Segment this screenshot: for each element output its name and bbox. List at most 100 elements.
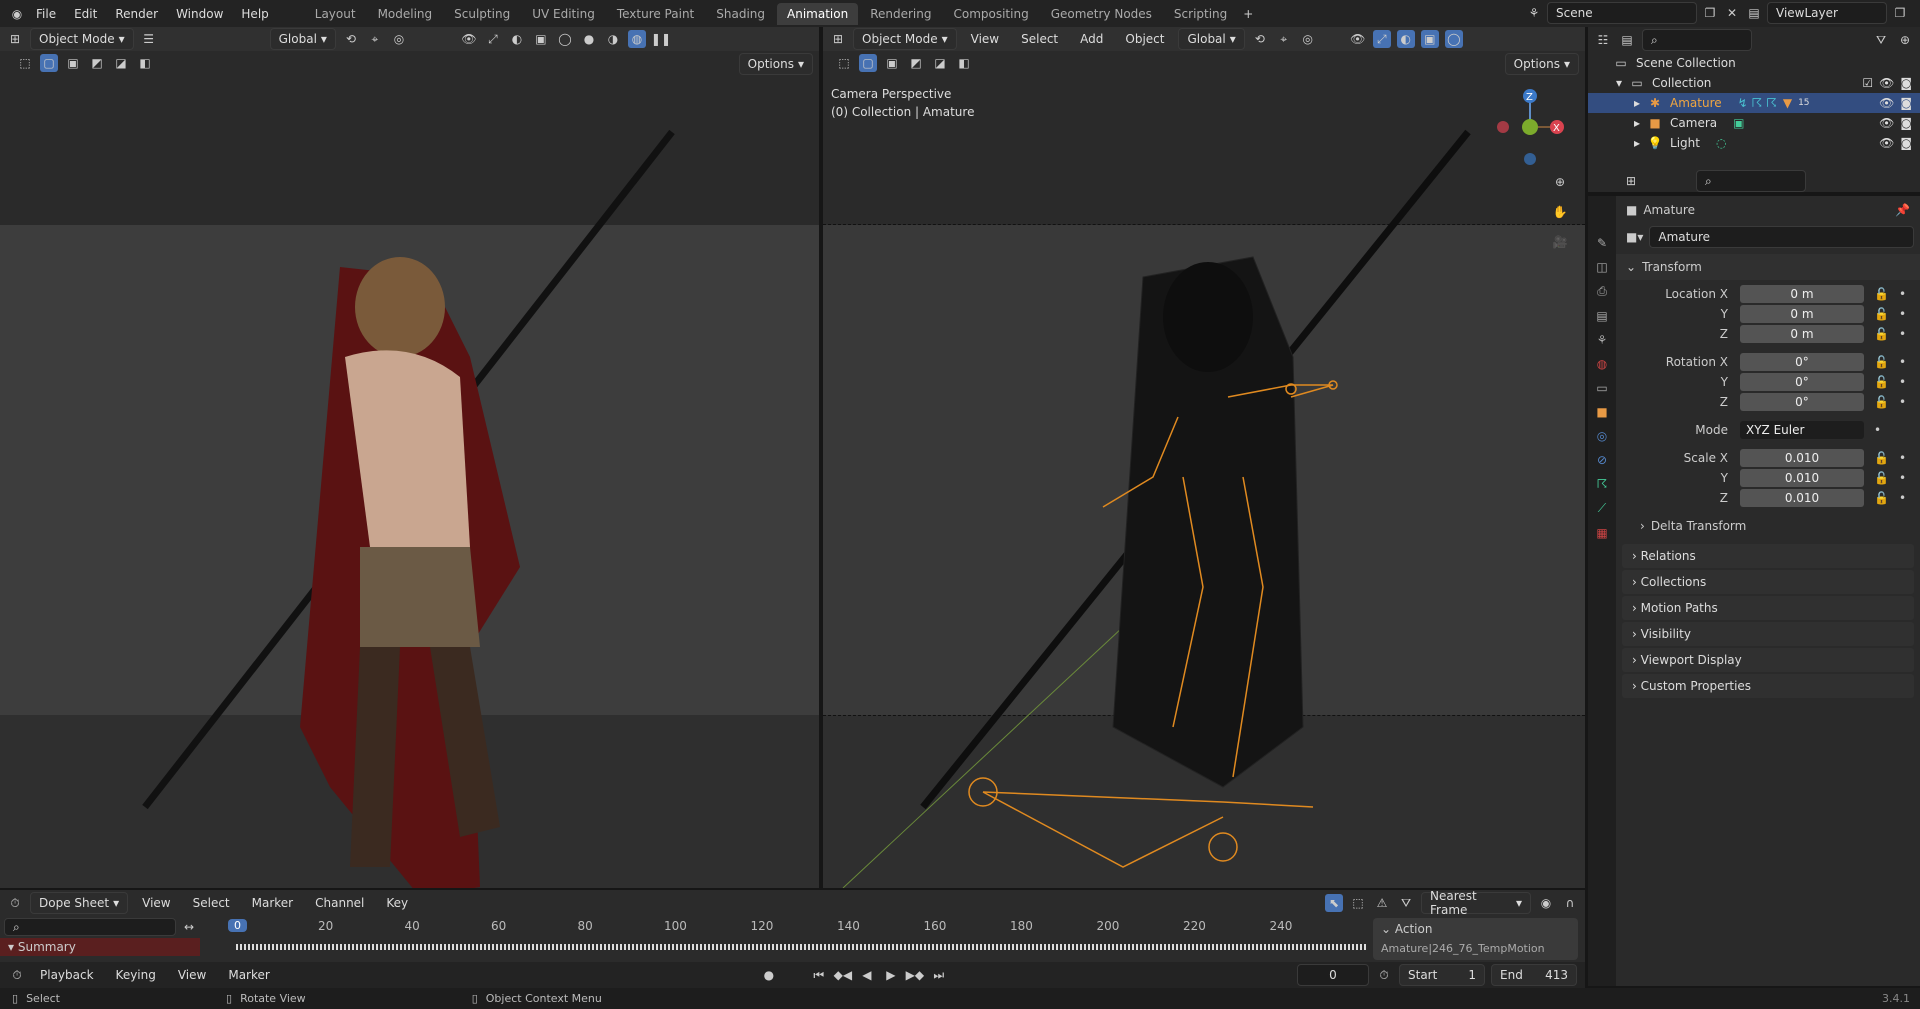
mode-dropdown[interactable]: Object Mode ▾ xyxy=(30,28,134,50)
tab-geometry-nodes[interactable]: Geometry Nodes xyxy=(1041,3,1162,25)
blender-logo-icon[interactable]: ◉ xyxy=(8,5,26,23)
tool-select-icon[interactable]: ⬚ xyxy=(835,54,853,72)
end-frame-field[interactable]: End 413 xyxy=(1491,964,1577,986)
select-new-icon[interactable]: ▢ xyxy=(40,54,58,72)
keyframe-dot-icon[interactable]: • xyxy=(1899,327,1906,341)
camera-view-icon[interactable]: 🎥 xyxy=(1551,233,1569,251)
options-button[interactable]: Options ▾ xyxy=(1504,53,1579,75)
proportional-icon[interactable]: ◉ xyxy=(1537,894,1555,912)
editor-type-icon[interactable]: ⏱ xyxy=(8,966,26,984)
menu-view[interactable]: View xyxy=(170,965,214,985)
snap-mode-dropdown[interactable]: Nearest Frame ▾ xyxy=(1421,889,1531,917)
snap-icon[interactable]: ⌖ xyxy=(1275,30,1293,48)
menu-marker[interactable]: Marker xyxy=(244,893,301,913)
menu-view[interactable]: View xyxy=(963,29,1007,49)
menu-playback[interactable]: Playback xyxy=(32,965,102,985)
summary-channel[interactable]: ▾ Summary xyxy=(0,938,200,956)
menu-marker[interactable]: Marker xyxy=(220,965,277,985)
swap-icon[interactable]: ↔ xyxy=(180,918,198,936)
panel-custom-properties[interactable]: › Custom Properties xyxy=(1622,674,1914,698)
add-workspace-icon[interactable]: + xyxy=(1239,5,1257,23)
editor-type-icon[interactable]: ⊞ xyxy=(1622,172,1640,190)
keyframe-dot-icon[interactable]: • xyxy=(1899,287,1906,301)
falloff-icon[interactable]: ∩ xyxy=(1561,894,1579,912)
lock-icon[interactable]: 🔓 xyxy=(1874,491,1889,505)
play-reverse-icon[interactable]: ◀ xyxy=(858,966,876,984)
proportional-edit-icon[interactable]: ◎ xyxy=(390,30,408,48)
keyframe-dot-icon[interactable]: • xyxy=(1899,491,1906,505)
tab-scripting[interactable]: Scripting xyxy=(1164,3,1237,25)
lock-icon[interactable]: 🔓 xyxy=(1874,451,1889,465)
overlay-icon[interactable]: ◐ xyxy=(1396,30,1415,48)
new-collection-icon[interactable]: ⊕ xyxy=(1896,31,1914,49)
view-layer-filter-icon[interactable]: ▤ xyxy=(1618,31,1636,49)
select-invert-icon[interactable]: ◪ xyxy=(112,54,130,72)
visibility-icon[interactable]: 👁 xyxy=(1349,30,1367,48)
xray-icon[interactable]: ▣ xyxy=(532,30,550,48)
rendered-shading-icon[interactable]: ◍ xyxy=(627,30,646,48)
render-tab-icon[interactable]: ◫ xyxy=(1596,260,1607,274)
only-selected-icon[interactable]: ⬉ xyxy=(1325,894,1343,912)
lock-icon[interactable]: 🔓 xyxy=(1874,375,1889,389)
tab-animation[interactable]: Animation xyxy=(777,2,859,25)
channel-search-input[interactable]: ⌕ xyxy=(4,918,176,936)
expand-icon[interactable]: ▸ xyxy=(1634,136,1640,150)
property-value-field[interactable]: 0.010 xyxy=(1740,469,1864,487)
render-camera-icon[interactable]: ◙ xyxy=(1900,116,1912,130)
collection-tab-icon[interactable]: ▭ xyxy=(1596,381,1607,395)
current-frame-indicator[interactable]: 0 xyxy=(228,919,247,932)
tab-modeling[interactable]: Modeling xyxy=(368,3,443,25)
select-intersect-icon[interactable]: ◧ xyxy=(955,54,973,72)
outliner-search-input[interactable]: ⌕ xyxy=(1642,29,1752,51)
property-value-field[interactable]: 0° xyxy=(1740,353,1864,371)
panel-viewport-display[interactable]: › Viewport Display xyxy=(1622,648,1914,672)
select-subtract-icon[interactable]: ◩ xyxy=(907,54,925,72)
rotation-mode-dropdown[interactable]: XYZ Euler xyxy=(1740,421,1864,439)
pause-render-icon[interactable]: ❚❚ xyxy=(651,30,671,48)
scene-icon[interactable]: ⚘ xyxy=(1525,4,1543,22)
eye-icon[interactable]: 👁 xyxy=(1879,76,1894,90)
pin-icon[interactable]: 📌 xyxy=(1895,203,1910,217)
menu-help[interactable]: Help xyxy=(233,4,276,24)
menu-channel[interactable]: Channel xyxy=(307,893,372,913)
menu-file[interactable]: File xyxy=(28,4,64,24)
menu-edit[interactable]: Edit xyxy=(66,4,105,24)
editor-type-icon[interactable]: ⊞ xyxy=(6,30,24,48)
preview-range-icon[interactable]: ⏱ xyxy=(1375,966,1393,984)
gizmo-icon[interactable]: ⤢ xyxy=(484,30,502,48)
menu-select[interactable]: Select xyxy=(1013,29,1066,49)
orientation-dropdown[interactable]: Global ▾ xyxy=(1178,28,1245,50)
action-name[interactable]: Amature|246_76_TempMotion xyxy=(1381,942,1570,955)
property-value-field[interactable]: 0.010 xyxy=(1740,489,1864,507)
select-intersect-icon[interactable]: ◧ xyxy=(136,54,154,72)
tab-compositing[interactable]: Compositing xyxy=(943,3,1038,25)
scene-selector[interactable]: Scene xyxy=(1547,2,1697,24)
zoom-icon[interactable]: ⊕ xyxy=(1551,173,1569,191)
panel-collections[interactable]: › Collections xyxy=(1622,570,1914,594)
outliner-item-camera[interactable]: ▸ ■ Camera ▣ 👁 ◙ xyxy=(1588,113,1920,133)
navigation-gizmo[interactable]: Z X xyxy=(1493,82,1568,167)
filter-icon[interactable]: ⛛ xyxy=(1397,894,1415,912)
tab-uv-editing[interactable]: UV Editing xyxy=(522,3,605,25)
delete-scene-icon[interactable]: ✕ xyxy=(1723,4,1741,22)
play-icon[interactable]: ▶ xyxy=(882,966,900,984)
menu-keying[interactable]: Keying xyxy=(108,965,164,985)
select-extend-icon[interactable]: ▣ xyxy=(64,54,82,72)
outliner-item-scene-collection[interactable]: ▭ Scene Collection xyxy=(1588,53,1920,73)
property-value-field[interactable]: 0 m xyxy=(1740,285,1864,303)
tab-shading[interactable]: Shading xyxy=(706,3,775,25)
lock-icon[interactable]: 🔓 xyxy=(1874,471,1889,485)
object-name-field[interactable]: Amature xyxy=(1649,226,1914,248)
solid-shading-icon[interactable]: ● xyxy=(580,30,598,48)
new-view-layer-icon[interactable]: ❐ xyxy=(1891,4,1909,22)
keyframes-row[interactable] xyxy=(236,944,1366,950)
pivot-icon[interactable]: ⟲ xyxy=(342,30,360,48)
output-tab-icon[interactable]: ⎙ xyxy=(1597,284,1607,299)
scene-tab-icon[interactable]: ⚘ xyxy=(1597,333,1608,347)
outliner-item-armature[interactable]: ▸ ✱ Amature ↯ ☈ ☈ ▼ 15 👁 ◙ xyxy=(1588,93,1920,113)
delta-transform-subpanel[interactable]: › Delta Transform xyxy=(1616,514,1920,538)
menu-add[interactable]: Add xyxy=(1072,29,1111,49)
menu-window[interactable]: Window xyxy=(168,4,231,24)
eye-icon[interactable]: 👁 xyxy=(1879,96,1894,110)
snap-icon[interactable]: ⌖ xyxy=(366,30,384,48)
